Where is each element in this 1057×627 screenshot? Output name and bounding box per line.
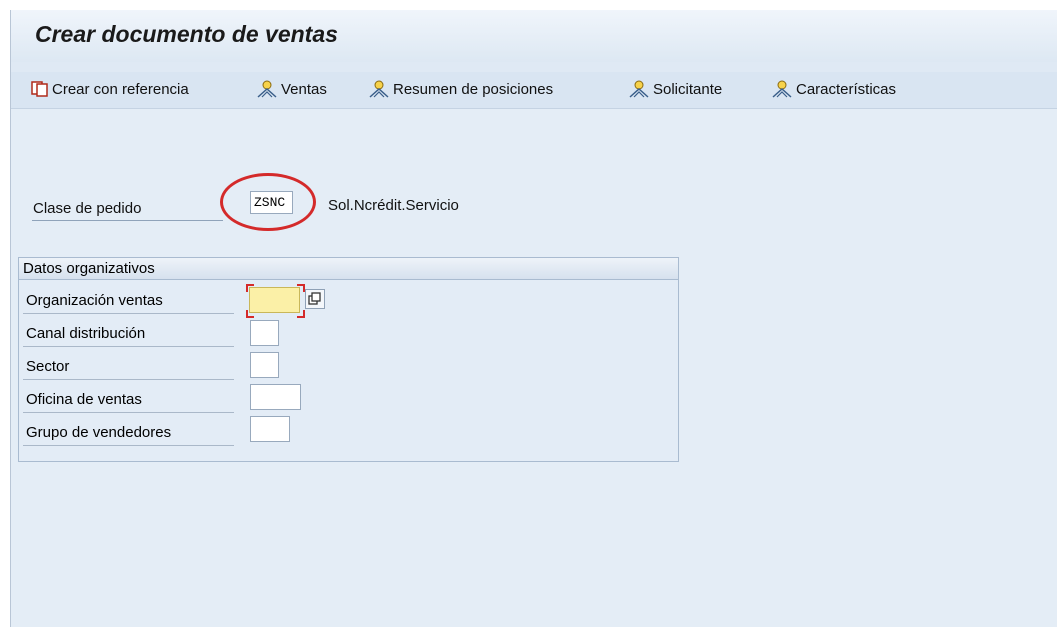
value-help-icon — [308, 292, 321, 305]
focus-marker — [246, 284, 254, 292]
person-icon — [257, 80, 277, 98]
person-icon — [629, 80, 649, 98]
items-overview-button[interactable]: Resumen de posiciones — [368, 78, 553, 100]
order-type-label: Clase de pedido — [32, 198, 223, 221]
focus-marker — [297, 310, 305, 318]
distribution-channel-input[interactable] — [250, 320, 279, 346]
page-title: Crear documento de ventas — [35, 21, 338, 47]
application-toolbar: Crear con referencia Ventas Resumen de p… — [11, 72, 1057, 109]
sales-group-label: Grupo de vendedores — [23, 420, 234, 446]
org-data-group: Datos organizativos Organización ventas … — [18, 257, 679, 462]
focus-marker — [297, 284, 305, 292]
sales-button[interactable]: Ventas — [256, 78, 327, 100]
items-overview-label: Resumen de posiciones — [393, 80, 554, 98]
sold-to-party-label: Solicitante — [653, 80, 723, 98]
sap-window: Crear documento de ventas Crear con refe… — [10, 10, 1057, 627]
characteristics-label: Características — [796, 80, 897, 98]
create-with-reference-button[interactable]: Crear con referencia — [31, 78, 189, 100]
division-input[interactable] — [250, 352, 279, 378]
create-with-reference-icon — [31, 81, 48, 97]
sales-group-input[interactable] — [250, 416, 290, 442]
division-label: Sector — [23, 354, 234, 380]
value-help-button[interactable] — [305, 289, 325, 309]
distribution-channel-label: Canal distribución — [23, 321, 234, 347]
sales-org-input[interactable] — [249, 287, 300, 313]
person-icon — [369, 80, 389, 98]
person-icon — [772, 80, 792, 98]
order-type-description: Sol.Ncrédit.Servicio — [328, 197, 459, 214]
sales-org-label: Organización ventas — [23, 288, 234, 314]
focus-marker — [246, 310, 254, 318]
title-bar: Crear documento de ventas — [11, 10, 1057, 62]
main-area: Clase de pedido ZSNC Sol.Ncrédit.Servici… — [11, 109, 1057, 627]
sales-label: Ventas — [281, 80, 327, 98]
order-type-input[interactable]: ZSNC — [250, 191, 293, 214]
sales-office-label: Oficina de ventas — [23, 387, 234, 413]
create-with-reference-label: Crear con referencia — [52, 80, 189, 98]
sales-office-input[interactable] — [250, 384, 301, 410]
sold-to-party-button[interactable]: Solicitante — [628, 78, 722, 100]
characteristics-button[interactable]: Características — [771, 78, 896, 100]
org-data-group-title: Datos organizativos — [19, 258, 678, 280]
